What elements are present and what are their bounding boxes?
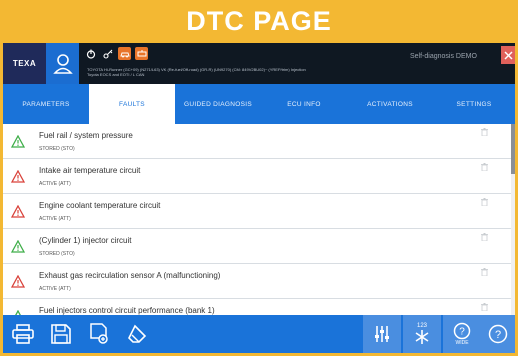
fault-status: ACTIVE (ATT) bbox=[39, 181, 71, 187]
fault-status: ACTIVE (ATT) bbox=[39, 216, 71, 222]
fault-title: Fuel injectors control circuit performan… bbox=[39, 306, 215, 315]
status-icons bbox=[84, 47, 148, 60]
screenshot-frame: DTC PAGE TEXA TOYOTA Hi-Runner (GC+09) (… bbox=[0, 0, 518, 356]
fault-status: ACTIVE (ATT) bbox=[39, 286, 71, 292]
tab-settings[interactable]: SETTINGS bbox=[433, 84, 515, 124]
page-banner: DTC PAGE bbox=[186, 6, 332, 36]
help-button[interactable]: ? bbox=[481, 315, 515, 353]
svg-text:?: ? bbox=[459, 327, 465, 338]
print-button[interactable] bbox=[11, 322, 35, 346]
adjust-button[interactable] bbox=[363, 315, 401, 353]
tab-ecu-info[interactable]: ECU INFO bbox=[261, 84, 347, 124]
texa-logo: TEXA bbox=[3, 43, 46, 84]
close-button[interactable] bbox=[501, 46, 515, 64]
scrollbar[interactable] bbox=[511, 124, 515, 315]
fault-title: Intake air temperature circuit bbox=[39, 166, 141, 175]
tab-guided-diagnosis[interactable]: GUIDED DIAGNOSIS bbox=[175, 84, 261, 124]
tab-faults[interactable]: FAULTS bbox=[89, 84, 175, 124]
trash-icon[interactable] bbox=[481, 268, 488, 276]
fault-title: Fuel rail / system pressure bbox=[39, 131, 133, 140]
fault-status: STORED (STO) bbox=[39, 146, 75, 152]
adjust-icon bbox=[375, 326, 389, 342]
user-icon bbox=[52, 53, 73, 74]
fault-status: STORED (STO) bbox=[39, 251, 75, 257]
fault-title: Engine coolant temperature circuit bbox=[39, 201, 161, 210]
scroll-thumb[interactable] bbox=[511, 124, 515, 174]
fault-row[interactable]: Intake air temperature circuit ACTIVE (A… bbox=[3, 159, 511, 194]
fault-row[interactable]: (Cylinder 1) injector circuit STORED (ST… bbox=[3, 229, 511, 264]
help-wide-icon: ? bbox=[453, 322, 471, 340]
warning-icon bbox=[11, 170, 25, 183]
warning-icon bbox=[11, 205, 25, 218]
warning-icon bbox=[11, 240, 25, 253]
fault-row[interactable]: Engine coolant temperature circuit ACTIV… bbox=[3, 194, 511, 229]
fault-row[interactable]: Fuel injectors control circuit performan… bbox=[3, 299, 511, 315]
power-icon[interactable] bbox=[84, 47, 97, 60]
warning-icon bbox=[11, 135, 25, 148]
warning-icon bbox=[11, 275, 25, 288]
vehicle-info: TOYOTA Hi-Runner (GC+09) (N271/L63) VK (… bbox=[87, 67, 347, 77]
trash-icon[interactable] bbox=[481, 128, 488, 136]
report-icon bbox=[90, 323, 108, 344]
user-button[interactable] bbox=[46, 43, 79, 84]
fault-row[interactable]: Fuel rail / system pressure STORED (STO) bbox=[3, 124, 511, 159]
trash-icon[interactable] bbox=[481, 198, 488, 206]
top-bar: TEXA TOYOTA Hi-Runner (GC+09) (N271/L63)… bbox=[3, 43, 515, 84]
trash-icon[interactable] bbox=[481, 233, 488, 241]
numeric-icon bbox=[415, 330, 429, 344]
bottom-toolbar: 123 ? WIDE ? bbox=[3, 315, 515, 353]
app-window: TEXA TOYOTA Hi-Runner (GC+09) (N271/L63)… bbox=[3, 43, 515, 353]
help-wide-label: WIDE bbox=[455, 340, 469, 346]
fault-row[interactable]: Exhaust gas recirculation sensor A (malf… bbox=[3, 264, 511, 299]
erase-icon bbox=[128, 324, 147, 343]
print-icon bbox=[12, 324, 34, 344]
save-button[interactable] bbox=[49, 322, 73, 346]
svg-text:?: ? bbox=[495, 329, 501, 341]
close-icon bbox=[504, 50, 513, 60]
mode-label: Self-diagnosis DEMO bbox=[410, 53, 477, 60]
trash-icon[interactable] bbox=[481, 163, 488, 171]
report-button[interactable] bbox=[87, 322, 111, 346]
save-icon bbox=[51, 324, 71, 344]
car-icon[interactable] bbox=[118, 47, 131, 60]
erase-button[interactable] bbox=[125, 322, 149, 346]
tab-activations[interactable]: ACTIVATIONS bbox=[347, 84, 433, 124]
numeric-button[interactable]: 123 bbox=[403, 315, 441, 353]
tab-parameters[interactable]: PARAMETERS bbox=[3, 84, 89, 124]
fault-list: Fuel rail / system pressure STORED (STO)… bbox=[3, 124, 511, 315]
vehicle-line-2: Toyota EOCS and EOTI / L CAN bbox=[87, 72, 145, 77]
tab-bar: PARAMETERS FAULTS GUIDED DIAGNOSIS ECU I… bbox=[3, 84, 515, 124]
logo-text: TEXA bbox=[12, 59, 37, 68]
fault-title: (Cylinder 1) injector circuit bbox=[39, 236, 132, 245]
trash-icon[interactable] bbox=[481, 303, 488, 311]
help-icon: ? bbox=[488, 324, 508, 344]
help-wide-button[interactable]: ? WIDE bbox=[443, 315, 481, 353]
key-icon[interactable] bbox=[101, 47, 114, 60]
car-alert-icon[interactable] bbox=[135, 47, 148, 60]
fault-title: Exhaust gas recirculation sensor A (malf… bbox=[39, 271, 221, 280]
